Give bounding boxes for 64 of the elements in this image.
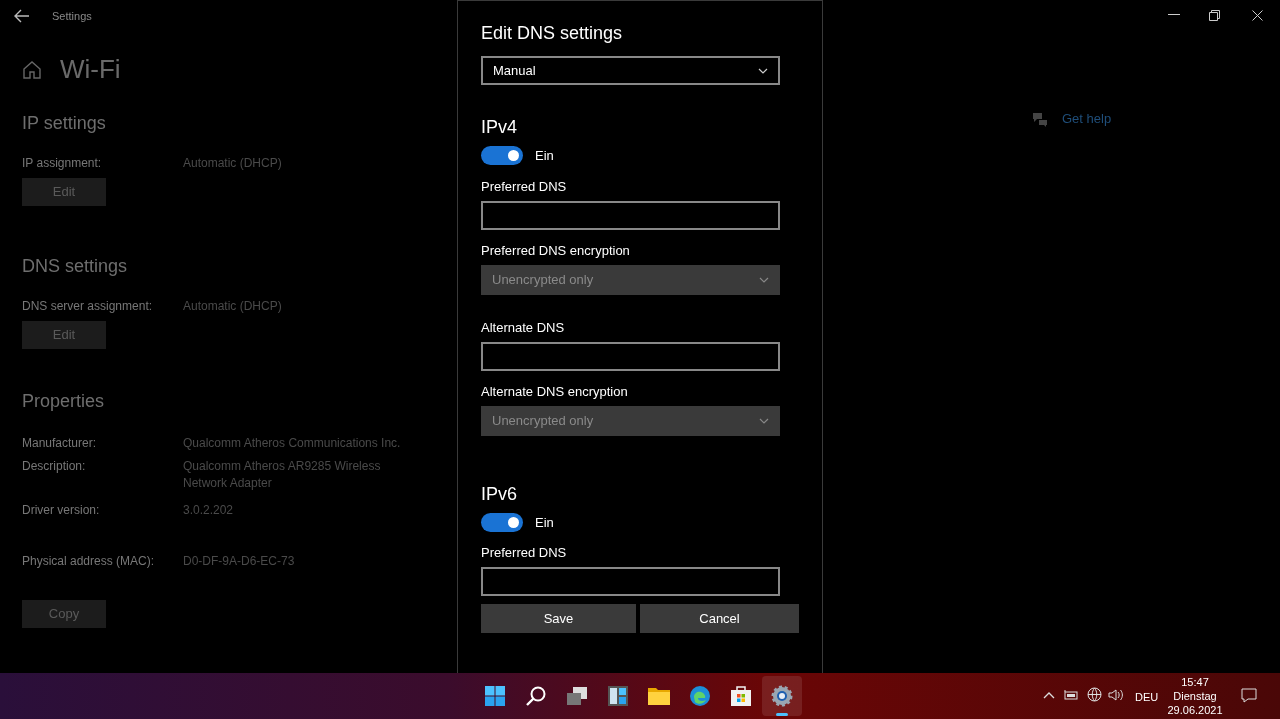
field-label: Alternate DNS encryption bbox=[481, 382, 628, 400]
property-value: Qualcomm Atheros AR9285 Wireless Network Adapter bbox=[183, 458, 382, 492]
widgets-icon bbox=[607, 685, 629, 707]
back-arrow-icon[interactable] bbox=[14, 9, 30, 23]
chat-help-icon bbox=[1032, 110, 1048, 127]
gear-icon bbox=[771, 685, 793, 707]
chevron-up-icon[interactable] bbox=[1043, 691, 1055, 699]
text-field[interactable] bbox=[481, 200, 780, 230]
search-icon bbox=[525, 685, 547, 707]
globe-icon[interactable] bbox=[1087, 687, 1102, 702]
field-label: Preferred DNS bbox=[481, 177, 567, 195]
window-title: Settings bbox=[52, 8, 92, 24]
property-label: IP assignment: bbox=[22, 155, 103, 172]
field-label: Preferred DNS encryption bbox=[481, 241, 630, 259]
encryption-dropdown: Unencrypted only bbox=[481, 405, 780, 436]
dialog-title: Edit DNS settings bbox=[481, 22, 624, 45]
home-icon[interactable] bbox=[22, 59, 42, 80]
field-label: Preferred DNS bbox=[481, 544, 567, 561]
cancel-button[interactable]: Cancel bbox=[640, 604, 799, 633]
property-label: Manufacturer: bbox=[22, 435, 98, 452]
field-label: Alternate DNS bbox=[481, 318, 565, 336]
clock-time: 15:47 bbox=[1181, 675, 1209, 689]
property-label: Driver version: bbox=[22, 502, 101, 519]
clock[interactable]: 15:47 Dienstag 29.06.2021 bbox=[1166, 675, 1224, 717]
property-label: DNS server assignment: bbox=[22, 298, 154, 315]
page-heading: Wi-Fi bbox=[60, 53, 121, 86]
folder-icon bbox=[647, 686, 671, 706]
start-icon bbox=[484, 685, 506, 707]
property-label: Description: bbox=[22, 458, 87, 475]
section-heading: Properties bbox=[22, 390, 105, 413]
toggle-label: Ein bbox=[535, 513, 554, 532]
speaker-icon[interactable] bbox=[1108, 688, 1124, 702]
section-heading: DNS settings bbox=[22, 255, 128, 278]
close-icon bbox=[1251, 9, 1263, 21]
toggle-switch[interactable] bbox=[481, 512, 523, 532]
section-heading: IPv4 bbox=[481, 116, 518, 139]
toggle-label: Ein bbox=[535, 147, 554, 165]
property-value: 3.0.2.202 bbox=[183, 502, 235, 519]
text-field[interactable] bbox=[481, 341, 780, 371]
encryption-dropdown: Unencrypted only bbox=[481, 264, 780, 295]
section-heading: IP settings bbox=[22, 112, 106, 135]
browser-icon bbox=[689, 685, 711, 707]
text-field[interactable] bbox=[481, 567, 780, 596]
overlapping-windows-icon bbox=[566, 685, 588, 707]
mode-dropdown[interactable]: Manual bbox=[481, 56, 780, 85]
shopping-bag-icon bbox=[730, 685, 752, 707]
toggle-switch[interactable] bbox=[481, 146, 523, 166]
property-value: Automatic (DHCP) bbox=[183, 298, 283, 315]
property-label: Physical address (MAC): bbox=[22, 553, 156, 570]
property-value: Automatic (DHCP) bbox=[183, 155, 283, 172]
chevron-down-icon bbox=[759, 417, 769, 424]
restore-icon bbox=[1208, 9, 1220, 21]
notification-icon[interactable] bbox=[1241, 688, 1257, 703]
save-button[interactable]: Save bbox=[481, 604, 636, 633]
property-value: D0-DF-9A-D6-EC-73 bbox=[183, 553, 296, 570]
clock-date: 29.06.2021 bbox=[1167, 703, 1223, 717]
property-value: Qualcomm Atheros Communications Inc. bbox=[183, 435, 402, 452]
minimize-icon bbox=[1168, 14, 1180, 16]
section-heading: IPv6 bbox=[481, 482, 518, 506]
battery-icon[interactable] bbox=[1064, 690, 1080, 700]
clock-day: Dienstag bbox=[1173, 689, 1217, 703]
chevron-down-icon bbox=[758, 67, 768, 74]
language-indicator[interactable]: DEU bbox=[1135, 689, 1159, 706]
chevron-down-icon bbox=[759, 276, 769, 283]
